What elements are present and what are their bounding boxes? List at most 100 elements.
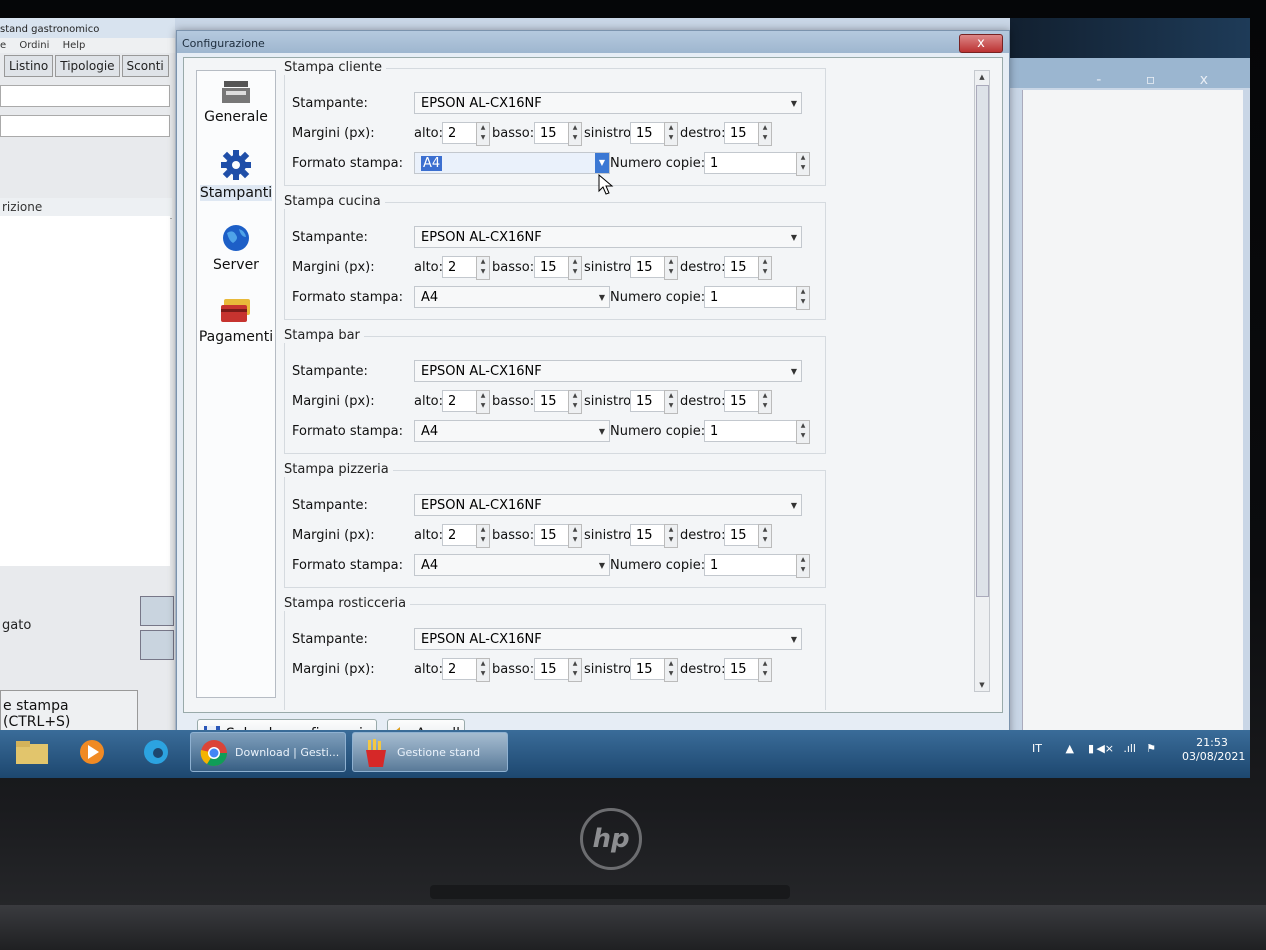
spin-arrows-icon[interactable]: ▲ ▼: [758, 658, 772, 682]
spin-arrows-icon[interactable]: ▲ ▼: [664, 524, 678, 548]
spin-arrows-icon[interactable]: ▲ ▼: [476, 658, 490, 682]
banknote-20-icon[interactable]: [140, 630, 174, 660]
destro-spinbox[interactable]: 15 ▲ ▼: [724, 122, 772, 146]
spin-arrows-icon[interactable]: ▲ ▼: [664, 658, 678, 682]
format-select[interactable]: A4 ▼: [414, 286, 610, 308]
copies-spinbox[interactable]: 1 ▲ ▼: [704, 152, 810, 176]
media-player-icon[interactable]: [76, 736, 108, 776]
alto-spinbox[interactable]: 2 ▲ ▼: [442, 390, 490, 414]
printer-select[interactable]: EPSON AL-CX16NF ▼: [414, 92, 802, 114]
spin-arrows-icon[interactable]: ▲ ▼: [758, 122, 772, 146]
flag-icon[interactable]: ⚑: [1146, 742, 1156, 755]
copies-spinbox[interactable]: 1 ▲ ▼: [704, 420, 810, 444]
printer-select[interactable]: EPSON AL-CX16NF ▼: [414, 628, 802, 650]
basso-spinbox[interactable]: 15 ▲ ▼: [534, 524, 582, 548]
format-label: Formato stampa:: [292, 156, 403, 171]
background-input-2[interactable]: [0, 115, 170, 137]
sinistro-spinbox[interactable]: 15 ▲ ▼: [630, 122, 678, 146]
sinistro-value: 15: [636, 528, 653, 543]
sidebar-item-generale[interactable]: Generale: [197, 79, 275, 125]
format-select[interactable]: A4 ▼: [414, 420, 610, 442]
chevron-down-icon: ▼: [598, 293, 605, 302]
basso-label: basso:: [492, 126, 535, 141]
margins-label: Margini (px):: [292, 260, 375, 275]
format-select[interactable]: A4 ▼: [414, 152, 610, 174]
basso-spinbox[interactable]: 15 ▲ ▼: [534, 658, 582, 682]
format-select[interactable]: A4 ▼: [414, 554, 610, 576]
sinistro-spinbox[interactable]: 15 ▲ ▼: [630, 524, 678, 548]
clock-time: 21:53: [1196, 736, 1228, 749]
volume-muted-icon[interactable]: ◀×: [1096, 742, 1114, 755]
spin-arrows-icon[interactable]: ▲ ▼: [476, 390, 490, 414]
show-hidden-icons-icon[interactable]: ▲: [1066, 742, 1074, 755]
spin-arrows-icon[interactable]: ▲ ▼: [758, 524, 772, 548]
file-explorer-icon[interactable]: [14, 736, 50, 776]
close-button[interactable]: x: [959, 34, 1003, 53]
spin-arrows-icon[interactable]: ▲ ▼: [568, 390, 582, 414]
background-list[interactable]: [0, 216, 170, 566]
basso-spinbox[interactable]: 15 ▲ ▼: [534, 390, 582, 414]
spin-arrows-icon[interactable]: ▲ ▼: [796, 286, 810, 310]
spin-arrows-icon[interactable]: ▲ ▼: [476, 122, 490, 146]
copies-spinbox[interactable]: 1 ▲ ▼: [704, 554, 810, 578]
tab-tipologie[interactable]: Tipologie: [55, 55, 120, 77]
spin-arrows-icon[interactable]: ▲ ▼: [476, 524, 490, 548]
taskbar-item-download[interactable]: Download | Gesti...: [190, 732, 346, 772]
menu-item-ordini[interactable]: Ordini: [19, 40, 49, 51]
sinistro-spinbox[interactable]: 15 ▲ ▼: [630, 390, 678, 414]
sidebar-item-pagamenti[interactable]: Pagamenti: [197, 297, 275, 345]
alto-spinbox[interactable]: 2 ▲ ▼: [442, 122, 490, 146]
printer-select[interactable]: EPSON AL-CX16NF ▼: [414, 494, 802, 516]
menu-item-help[interactable]: Help: [63, 40, 86, 51]
window-controls[interactable]: - ▫ x: [1096, 72, 1228, 88]
network-signal-icon[interactable]: .ıll: [1123, 742, 1136, 755]
tab-listino[interactable]: Listino: [4, 55, 54, 77]
spin-arrows-icon[interactable]: ▲ ▼: [476, 256, 490, 280]
destro-spinbox[interactable]: 15 ▲ ▼: [724, 658, 772, 682]
spin-arrows-icon[interactable]: ▲ ▼: [664, 256, 678, 280]
sidebar-item-stampanti[interactable]: Stampanti: [197, 149, 275, 201]
sinistro-spinbox[interactable]: 15 ▲ ▼: [630, 256, 678, 280]
edge-icon[interactable]: [140, 736, 172, 776]
alto-spinbox[interactable]: 2 ▲ ▼: [442, 256, 490, 280]
copies-spinbox[interactable]: 1 ▲ ▼: [704, 286, 810, 310]
chevron-down-icon: ▼: [790, 99, 797, 108]
spin-arrows-icon[interactable]: ▲ ▼: [664, 122, 678, 146]
background-input-1[interactable]: [0, 85, 170, 107]
scrollbar-thumb[interactable]: [976, 85, 989, 597]
destro-label: destro:: [680, 394, 726, 409]
sidebar-item-server[interactable]: Server: [197, 223, 275, 273]
alto-spinbox[interactable]: 2 ▲ ▼: [442, 658, 490, 682]
clock[interactable]: 21:53 03/08/2021: [1182, 736, 1245, 764]
sinistro-spinbox[interactable]: 15 ▲ ▼: [630, 658, 678, 682]
taskbar-item-gestione[interactable]: Gestione stand ga...: [352, 732, 508, 772]
battery-icon[interactable]: ▮: [1088, 742, 1094, 755]
printer-select[interactable]: EPSON AL-CX16NF ▼: [414, 226, 802, 248]
spin-arrows-icon[interactable]: ▲ ▼: [568, 524, 582, 548]
basso-spinbox[interactable]: 15 ▲ ▼: [534, 122, 582, 146]
language-indicator[interactable]: IT: [1032, 742, 1042, 755]
destro-spinbox[interactable]: 15 ▲ ▼: [724, 390, 772, 414]
spin-arrows-icon[interactable]: ▲ ▼: [758, 390, 772, 414]
scroll-down-icon[interactable]: ▼: [975, 681, 989, 689]
menu-item[interactable]: e: [0, 40, 6, 51]
destro-spinbox[interactable]: 15 ▲ ▼: [724, 524, 772, 548]
destro-spinbox[interactable]: 15 ▲ ▼: [724, 256, 772, 280]
chevron-down-icon[interactable]: ▼: [595, 153, 609, 173]
spin-arrows-icon[interactable]: ▲ ▼: [758, 256, 772, 280]
spin-arrows-icon[interactable]: ▲ ▼: [796, 420, 810, 444]
spin-arrows-icon[interactable]: ▲ ▼: [568, 658, 582, 682]
spin-arrows-icon[interactable]: ▲ ▼: [568, 122, 582, 146]
spin-arrows-icon[interactable]: ▲ ▼: [796, 554, 810, 578]
printer-select[interactable]: EPSON AL-CX16NF ▼: [414, 360, 802, 382]
tab-sconti[interactable]: Sconti: [121, 55, 169, 77]
vertical-scrollbar[interactable]: ▲ ▼: [974, 70, 990, 692]
spin-arrows-icon[interactable]: ▲ ▼: [664, 390, 678, 414]
basso-spinbox[interactable]: 15 ▲ ▼: [534, 256, 582, 280]
spin-arrows-icon[interactable]: ▲ ▼: [568, 256, 582, 280]
alto-spinbox[interactable]: 2 ▲ ▼: [442, 524, 490, 548]
scroll-up-icon[interactable]: ▲: [975, 73, 989, 81]
margins-label: Margini (px):: [292, 528, 375, 543]
banknote-5-icon[interactable]: [140, 596, 174, 626]
spin-arrows-icon[interactable]: ▲ ▼: [796, 152, 810, 176]
